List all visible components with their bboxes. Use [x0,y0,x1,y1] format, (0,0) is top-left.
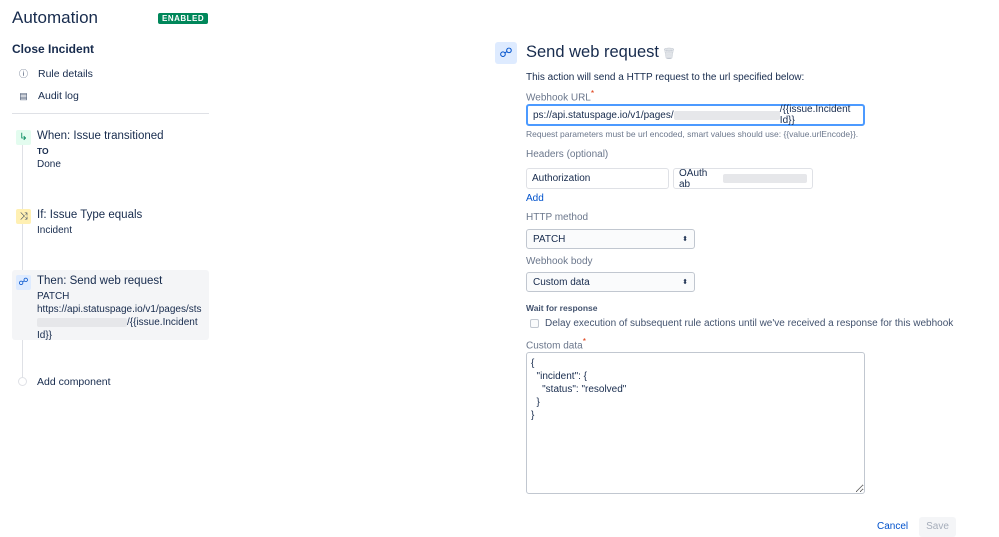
document-icon: ▤ [19,90,28,101]
add-component-button[interactable]: Add component [37,376,111,388]
webhook-url-input[interactable]: ps://api.statuspage.io/v1/pages/ /{{issue… [526,104,865,126]
nav-label: Audit log [38,90,79,102]
cancel-button[interactable]: Cancel [877,521,908,532]
wait-checkbox-label[interactable]: Delay execution of subsequent rule actio… [545,318,953,329]
step-title: If: Issue Type equals [37,209,143,221]
nav-audit-log[interactable]: ▤ Audit log [19,90,79,102]
step-line: TO [37,146,49,156]
wait-checkbox[interactable] [530,319,539,328]
webhook-icon: ☍ [495,42,517,64]
step-condition[interactable]: ⤨ If: Issue Type equals Incident [12,204,209,242]
info-icon: ⓘ [19,69,29,79]
custom-data-label: Custom data [526,340,583,352]
step-line: PATCH [37,291,70,302]
http-method-select[interactable]: PATCH ⬍ [526,229,695,249]
header-name-input[interactable]: Authorization [526,168,669,189]
trash-icon[interactable]: 🗑 [662,47,676,60]
webhook-icon: ☍ [16,275,31,290]
page-title: Automation [12,8,98,27]
step-trigger[interactable]: ↳ When: Issue transitioned TO Done [12,125,209,176]
value: Custom data [533,276,590,288]
step-line: Done [37,159,61,170]
nav-label: Rule details [38,67,93,80]
redacted [37,317,127,327]
value: Authorization [532,173,591,184]
select-arrows-icon: ⬍ [682,236,688,243]
step-line: /{{issue.Incident [127,317,198,328]
nav-rule-details[interactable]: ⓘ Rule details [19,67,93,80]
value: PATCH [533,233,566,245]
header-value-input[interactable]: OAuth ab [673,167,813,190]
select-arrows-icon: ⬍ [682,279,688,286]
save-button[interactable]: Save [919,517,956,537]
value: OAuth ab [679,167,708,190]
wait-label: Wait for response [526,303,598,313]
redacted [722,174,807,183]
shuffle-icon: ⤨ [16,209,31,224]
add-header-link[interactable]: Add [526,193,544,204]
webhook-url-label: Webhook URL [526,92,591,104]
webhook-body-select[interactable]: Custom data ⬍ [526,272,695,292]
step-line: Id}} [37,330,53,341]
add-circle-icon [18,377,27,386]
step-line: Incident [37,225,73,236]
status-badge: ENABLED [158,13,209,24]
url-text: ps://api.statuspage.io/v1/pages/ [533,109,674,121]
panel-title: Send web request [526,43,660,61]
step-line: https://api.statuspage.io/v1/pages/sts [37,304,202,315]
step-title: When: Issue transitioned [37,130,164,142]
headers-label: Headers (optional) [526,149,609,160]
custom-data-textarea[interactable]: { "incident": { "status": "resolved" } } [526,352,865,494]
description: This action will send a HTTP request to … [526,72,805,83]
method-label: HTTP method [526,212,589,223]
url-text: /{{issue.Incident Id}} [779,104,851,126]
divider [12,113,209,114]
step-action[interactable]: ☍ Then: Send web request PATCH https://a… [12,270,209,341]
rule-name: Close Incident [12,42,95,56]
url-help: Request parameters must be url encoded, … [526,129,859,139]
step-title: Then: Send web request [37,275,163,287]
body-label: Webhook body [526,256,593,267]
redacted [673,110,780,120]
transition-icon: ↳ [16,130,31,145]
